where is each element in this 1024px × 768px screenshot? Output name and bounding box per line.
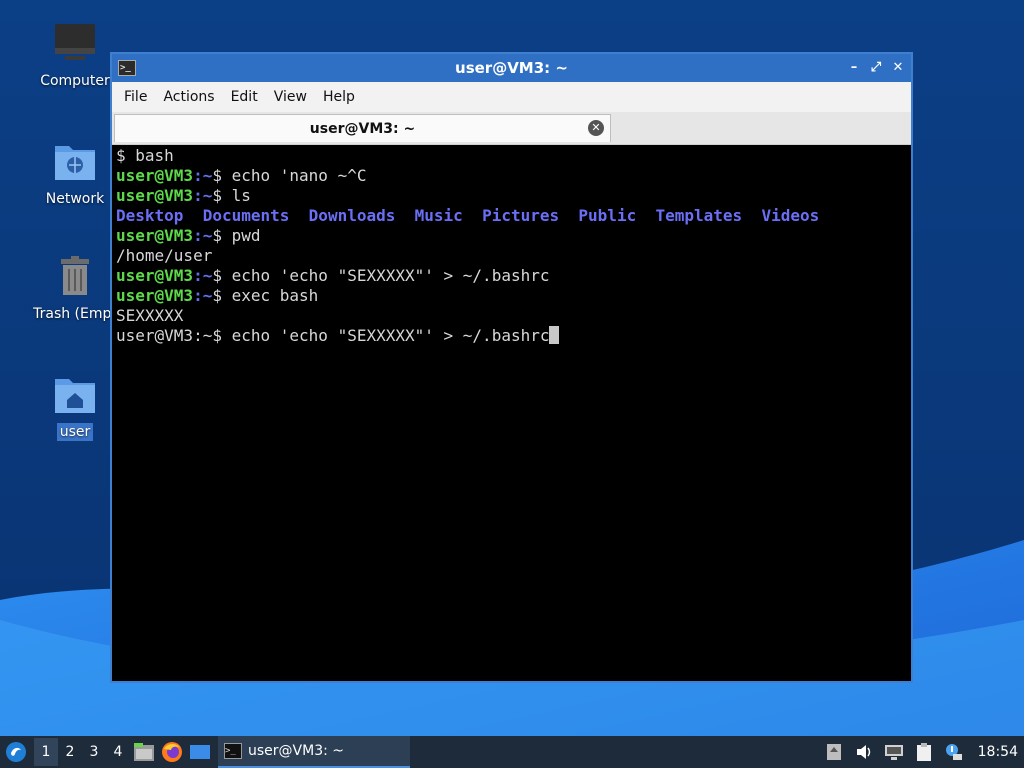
upload-icon[interactable] — [824, 742, 844, 762]
trash-icon — [53, 255, 97, 299]
desktop-icon-label: Computer — [40, 73, 110, 89]
workspace-1[interactable]: 1 — [34, 738, 58, 766]
prompt-user: user@VM3 — [116, 166, 194, 185]
menu-actions[interactable]: Actions — [155, 89, 222, 105]
terminal-icon: >_ — [224, 743, 242, 759]
workspace-2[interactable]: 2 — [58, 738, 82, 766]
task-label: user@VM3: ~ — [248, 743, 344, 759]
prompt-path: :~ — [193, 286, 213, 305]
clipboard-icon[interactable] — [914, 742, 934, 762]
command-text: echo 'echo "SEXXXXX"' > ~/.bashrc — [221, 266, 550, 285]
menu-edit[interactable]: Edit — [223, 89, 266, 105]
network-folder-icon — [53, 140, 97, 184]
prompt-symbol: $ — [212, 286, 222, 305]
volume-icon[interactable] — [854, 742, 874, 762]
terminal-icon: >_ — [118, 60, 136, 76]
prompt-user: user@VM3 — [116, 186, 194, 205]
command-text: exec bash — [221, 286, 319, 305]
desktop-icon-label: Trash (Empt — [33, 306, 117, 322]
window-title: user@VM3: ~ — [455, 59, 568, 77]
system-tray: 18:54 — [824, 736, 1024, 768]
show-desktop-icon[interactable] — [188, 740, 212, 764]
dir-entry: Desktop — [116, 206, 184, 225]
dir-entry: Templates — [655, 206, 743, 225]
text-cursor — [549, 326, 560, 344]
terminal-output[interactable]: $ bash user@VM3:~$ echo 'nano ~^C user@V… — [114, 146, 909, 679]
terminal-line: SEXXXXX — [116, 306, 184, 325]
terminal-line: user@VM3:~$ echo 'nano ~^C — [116, 166, 907, 186]
desktop-icon-label: user — [56, 423, 94, 441]
terminal-current-line: user@VM3:~$ echo 'echo "SEXXXXX"' > ~/.b… — [116, 326, 907, 346]
prompt-path: :~ — [193, 186, 213, 205]
ls-output-line: Desktop Documents Downloads Music Pictur… — [116, 206, 907, 226]
prompt-symbol: $ — [212, 266, 222, 285]
dir-entry: Documents — [202, 206, 290, 225]
workspace-3[interactable]: 3 — [82, 738, 106, 766]
network-icon[interactable] — [884, 742, 904, 762]
prompt-path: :~ — [193, 266, 213, 285]
update-notifier-icon[interactable] — [944, 742, 964, 762]
prompt-path: :~ — [193, 166, 213, 185]
terminal-line: /home/user — [116, 246, 213, 265]
minimize-button[interactable]: – — [847, 61, 861, 75]
taskbar: 1 2 3 4 >_ user@VM3: ~ 18:54 — [0, 736, 1024, 768]
dir-entry: Music — [414, 206, 463, 225]
firefox-icon[interactable] — [160, 740, 184, 764]
prompt-user: user@VM3 — [116, 286, 194, 305]
prompt-symbol: $ — [212, 166, 222, 185]
command-text: pwd — [221, 226, 261, 245]
plain-prompt: user@VM3:~$ — [116, 326, 222, 345]
dir-entry: Pictures — [482, 206, 560, 225]
computer-icon — [53, 22, 97, 66]
workspace-4[interactable]: 4 — [106, 738, 130, 766]
prompt-symbol: $ — [212, 226, 222, 245]
menu-view[interactable]: View — [266, 89, 315, 105]
tab-close-icon[interactable]: ✕ — [588, 120, 604, 136]
dir-entry: Public — [578, 206, 637, 225]
prompt-user: user@VM3 — [116, 226, 194, 245]
terminal-tab[interactable]: user@VM3: ~ ✕ — [114, 114, 611, 142]
maximize-button[interactable]: ⤢ — [869, 61, 883, 75]
prompt-path: :~ — [193, 226, 213, 245]
tab-bar: user@VM3: ~ ✕ — [112, 112, 911, 145]
home-folder-icon — [53, 373, 97, 417]
terminal-window[interactable]: >_ user@VM3: ~ – ⤢ ✕ File Actions Edit V… — [110, 52, 913, 683]
tab-label: user@VM3: ~ — [309, 120, 416, 137]
file-manager-icon[interactable] — [132, 740, 156, 764]
dir-entry: Videos — [761, 206, 820, 225]
desktop-icon-label: Network — [45, 191, 105, 207]
terminal-line: user@VM3:~$ ls — [116, 186, 907, 206]
window-titlebar[interactable]: >_ user@VM3: ~ – ⤢ ✕ — [112, 54, 911, 82]
menu-bar: File Actions Edit View Help — [112, 82, 911, 112]
terminal-line: $ bash — [116, 146, 174, 165]
menu-help[interactable]: Help — [315, 89, 363, 105]
command-text: echo 'echo "SEXXXXX"' > ~/.bashrc — [221, 326, 550, 345]
clock[interactable]: 18:54 — [978, 744, 1018, 760]
prompt-symbol: $ — [212, 186, 222, 205]
command-text: echo 'nano ~^C — [221, 166, 367, 185]
menu-file[interactable]: File — [116, 89, 155, 105]
prompt-user: user@VM3 — [116, 266, 194, 285]
taskbar-terminal-task[interactable]: >_ user@VM3: ~ — [218, 736, 410, 768]
terminal-line: user@VM3:~$ pwd — [116, 226, 907, 246]
command-text: ls — [221, 186, 251, 205]
dir-entry: Downloads — [308, 206, 396, 225]
close-button[interactable]: ✕ — [891, 61, 905, 75]
terminal-line: user@VM3:~$ echo 'echo "SEXXXXX"' > ~/.b… — [116, 266, 907, 286]
start-menu-icon[interactable] — [2, 738, 30, 766]
terminal-line: user@VM3:~$ exec bash — [116, 286, 907, 306]
